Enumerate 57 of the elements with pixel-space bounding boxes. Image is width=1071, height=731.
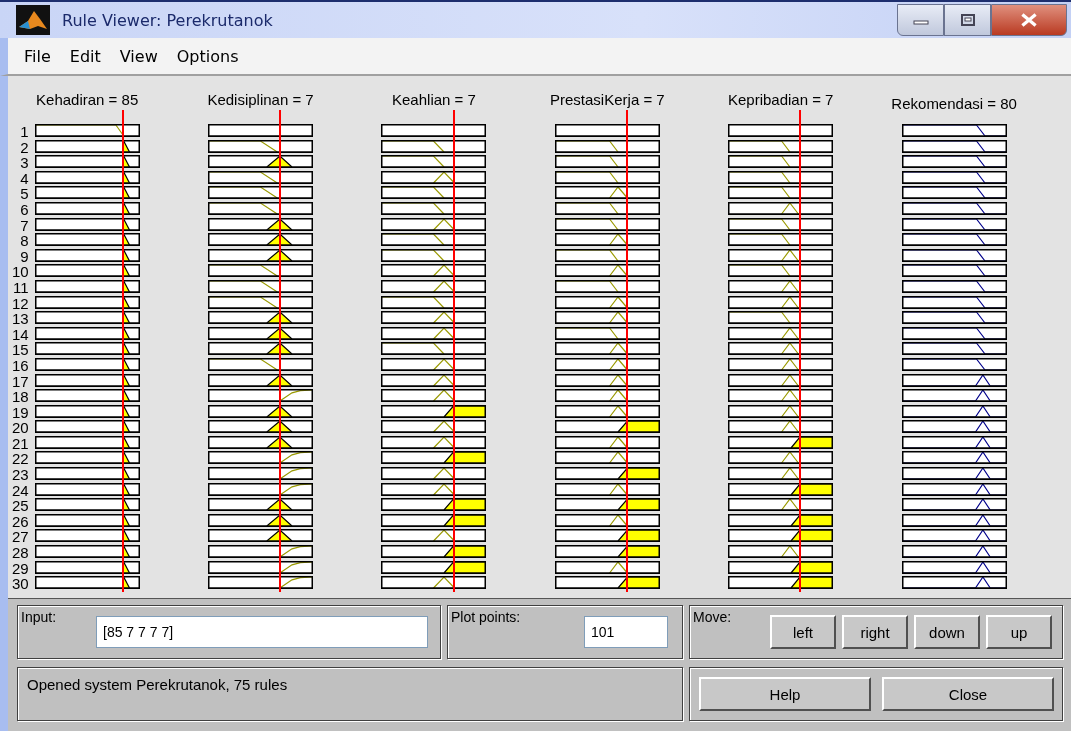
input-field[interactable]: [85 7 7 7 7] bbox=[96, 616, 428, 648]
variable-label: Rekomendasi = 80 bbox=[891, 94, 1017, 110]
rule-number: 5 bbox=[20, 186, 30, 202]
rule-number: 16 bbox=[11, 357, 30, 374]
dialog-button[interactable]: Close bbox=[882, 677, 1054, 711]
rule-number: 6 bbox=[20, 201, 30, 218]
rule-number: 11 bbox=[13, 279, 30, 296]
rule-number: 7 bbox=[20, 217, 30, 234]
rule-number: 22 bbox=[11, 451, 30, 468]
rule-number: 24 bbox=[11, 482, 30, 499]
rule-number: 3 bbox=[20, 155, 30, 171]
rule-number: 14 bbox=[11, 326, 30, 343]
rule-number: 10 bbox=[11, 264, 30, 280]
plot-points-field[interactable]: 101 bbox=[584, 616, 668, 648]
rule-number: 13 bbox=[11, 311, 30, 327]
rule-number: 8 bbox=[20, 233, 30, 249]
rule-number: 20 bbox=[11, 420, 30, 436]
minimize-button[interactable] bbox=[897, 4, 944, 36]
move-button[interactable]: up bbox=[986, 615, 1052, 649]
rule-number: 9 bbox=[20, 248, 30, 265]
move-button[interactable]: right bbox=[842, 615, 908, 649]
variable-label: Keahlian = 7 bbox=[392, 90, 476, 110]
menu-item[interactable]: Options bbox=[176, 46, 239, 66]
menu-item[interactable]: View bbox=[119, 46, 158, 66]
move-button[interactable]: down bbox=[914, 615, 980, 649]
rule-number: 2 bbox=[20, 139, 30, 156]
variable-label: Kehadiran = 85 bbox=[36, 90, 139, 110]
field-label: Move: bbox=[693, 609, 732, 625]
window-title: Rule Viewer: Perekrutanok bbox=[62, 10, 273, 30]
rule-number: 12 bbox=[11, 295, 30, 312]
field-label: Plot points: bbox=[451, 609, 521, 625]
rule-number: 23 bbox=[11, 467, 30, 483]
rule-number: 28 bbox=[11, 545, 30, 561]
rule-number: 25 bbox=[11, 498, 30, 514]
rule-number: 21 bbox=[11, 435, 30, 452]
rule-number: 30 bbox=[11, 576, 30, 592]
menu-item[interactable]: Edit bbox=[69, 46, 101, 66]
rule-number: 1 bbox=[20, 124, 30, 140]
close-button[interactable] bbox=[991, 4, 1067, 36]
rule-number: 15 bbox=[11, 342, 30, 358]
dialog-button[interactable]: Help bbox=[699, 677, 871, 711]
variable-label: PrestasiKerja = 7 bbox=[550, 90, 665, 110]
move-button[interactable]: left bbox=[770, 615, 836, 649]
status-text: Opened system Perekrutanok, 75 rules bbox=[27, 676, 288, 693]
maximize-button[interactable] bbox=[944, 4, 991, 36]
variable-label: Kepribadian = 7 bbox=[727, 90, 834, 110]
rule-number: 18 bbox=[11, 389, 30, 405]
rule-number: 19 bbox=[11, 404, 30, 421]
field-label: Input: bbox=[21, 609, 57, 625]
rule-number: 26 bbox=[11, 513, 30, 530]
rule-number: 29 bbox=[11, 560, 30, 577]
menu-item[interactable]: File bbox=[24, 46, 51, 66]
rule-number: 27 bbox=[11, 529, 30, 546]
rule-number: 4 bbox=[20, 170, 30, 187]
rule-number: 17 bbox=[11, 373, 30, 390]
app-icon bbox=[16, 5, 50, 35]
variable-label: Kedisiplinan = 7 bbox=[207, 90, 314, 110]
